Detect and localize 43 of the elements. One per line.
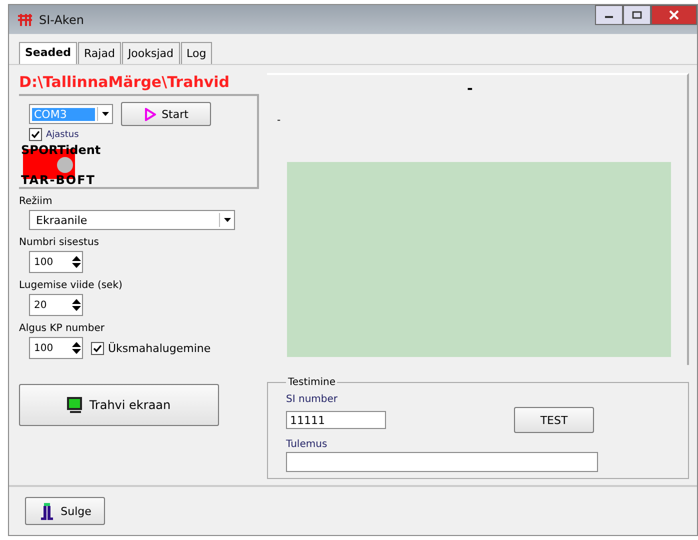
close-app-button[interactable]: Sulge (25, 497, 105, 525)
field-label: Algus KP number (19, 323, 106, 334)
checkmark-icon (93, 344, 102, 352)
dash-mark: - (467, 81, 473, 97)
minimize-button[interactable] (595, 5, 623, 25)
spinner-arrows-icon (70, 341, 82, 355)
field-label: Režiim (19, 196, 54, 207)
close-icon (669, 10, 679, 20)
field-label: Numbri sisestus (19, 237, 100, 248)
spinner-arrows-icon (70, 298, 82, 312)
spinner-arrows-icon (70, 255, 82, 269)
number-spinner[interactable]: 20 (29, 294, 83, 316)
dash-mark: - (277, 115, 281, 126)
field-label: SI number (286, 394, 339, 405)
penalty-screen-button[interactable]: Trahvi ekraan (19, 384, 219, 426)
monitor-icon (67, 397, 84, 413)
auto-checkbox[interactable]: Ajastus (29, 128, 247, 141)
maximize-icon (632, 11, 642, 19)
field-label: Tulemus (286, 439, 328, 450)
window-title: SI-Aken (39, 12, 84, 26)
close-button[interactable] (651, 5, 697, 25)
tab[interactable]: Rajad (78, 42, 121, 64)
dropdown-arrow-icon (219, 213, 234, 227)
result-field[interactable] (286, 452, 598, 472)
app-icon (17, 14, 33, 26)
dropdown-arrow-icon (97, 107, 112, 121)
tab[interactable]: Jooksjad (122, 42, 180, 64)
test-button[interactable]: TEST (514, 407, 594, 433)
play-icon (144, 108, 156, 120)
tab[interactable]: Seaded (19, 42, 78, 64)
exit-icon (38, 502, 55, 520)
folder-path: D:\TallinnaMärge\Trahvid (19, 73, 231, 91)
number-spinner[interactable]: 100 (29, 251, 83, 273)
single-read-checkbox[interactable]: Üksmahalugemine (91, 342, 211, 354)
start-button[interactable]: Start (121, 102, 211, 126)
number-spinner[interactable]: 100 (29, 337, 83, 359)
tab[interactable]: Log (180, 42, 212, 64)
mode-dropdown[interactable]: Ekraanile (29, 210, 235, 230)
checkmark-icon (31, 130, 40, 139)
maximize-button[interactable] (623, 5, 651, 25)
field-label: Lugemise viide (sek) (19, 280, 124, 291)
group-title: Testimine (287, 377, 336, 388)
si-number-field[interactable]: 11111 (286, 411, 386, 429)
